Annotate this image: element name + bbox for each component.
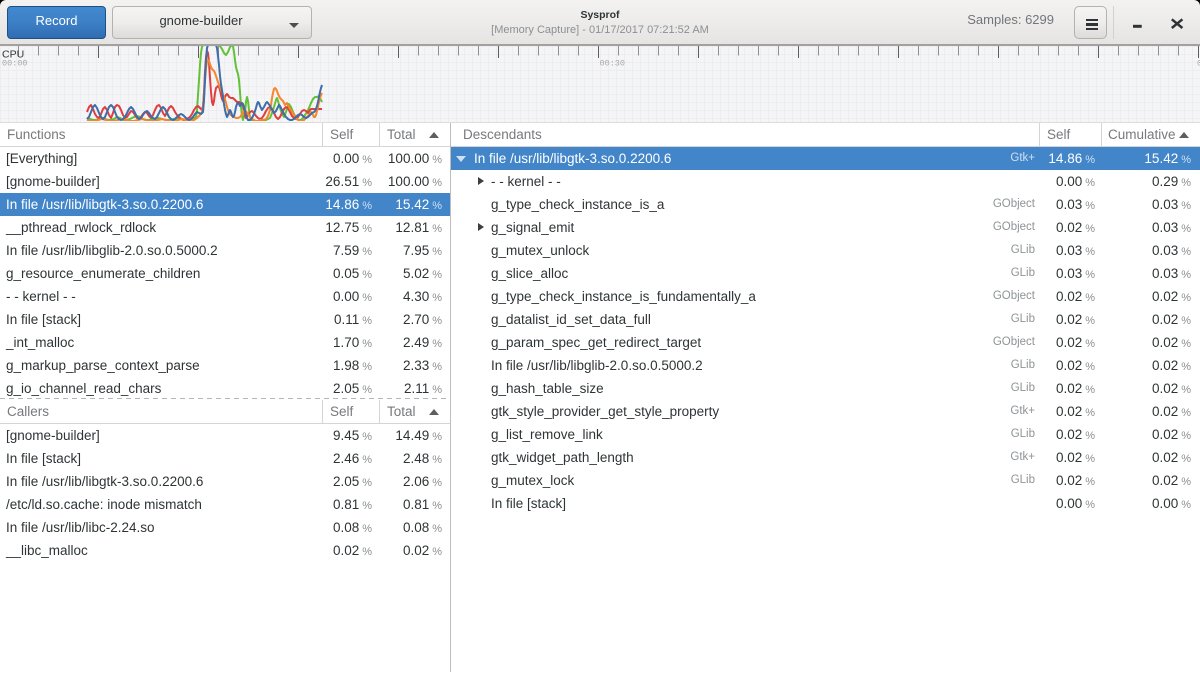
svg-text:00:30: 00:30 bbox=[600, 59, 626, 69]
svg-text:00:00: 00:00 bbox=[2, 59, 28, 69]
